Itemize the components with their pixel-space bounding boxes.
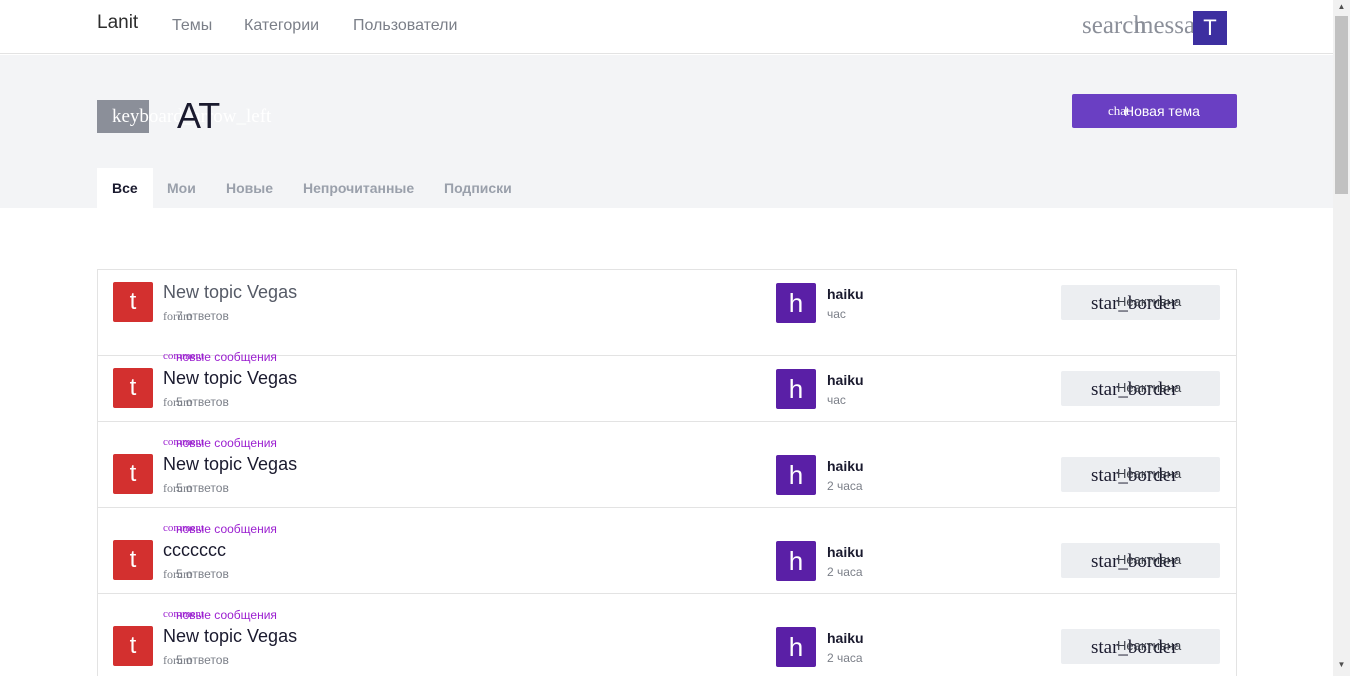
subscribe-button[interactable]: star_border Неактивна xyxy=(1061,371,1220,406)
page-title: АТ xyxy=(177,95,221,136)
author-name[interactable]: haiku xyxy=(827,458,864,474)
new-messages-label: новые сообщения xyxy=(176,608,277,622)
topic-title[interactable]: ccccccc xyxy=(163,540,226,561)
topic-title[interactable]: New topic Vegas xyxy=(163,368,297,389)
tab-unread[interactable]: Непрочитанные xyxy=(288,168,429,208)
tab-new[interactable]: Новые xyxy=(211,168,288,208)
category-icon: t xyxy=(113,282,153,322)
last-post-time: 2 часа xyxy=(827,651,863,665)
new-messages-label: новые сообщения xyxy=(176,436,277,450)
author-avatar[interactable]: h xyxy=(776,627,816,667)
author-name[interactable]: haiku xyxy=(827,286,864,302)
subscribe-button[interactable]: star_border Неактивна xyxy=(1061,629,1220,664)
topic-replies: forum 5 ответов xyxy=(163,395,229,409)
category-icon: t xyxy=(113,368,153,408)
user-avatar[interactable]: T xyxy=(1193,11,1227,45)
topic-title[interactable]: New topic Vegas xyxy=(163,454,297,475)
replies-count: 5 ответов xyxy=(176,481,229,495)
topic-row[interactable]: comment новые сообщения t New topic Vega… xyxy=(98,336,1236,422)
subscribe-label: Неактивна xyxy=(1117,638,1182,653)
subscribe-button[interactable]: star_border Неактивна xyxy=(1061,285,1220,320)
topic-title[interactable]: New topic Vegas xyxy=(163,626,297,647)
author-avatar[interactable]: h xyxy=(776,283,816,323)
last-post-time: 2 часа xyxy=(827,565,863,579)
new-messages-label: новые сообщения xyxy=(176,350,277,364)
topic-list: t New topic Vegas forum 7 ответов h haik… xyxy=(97,269,1237,676)
replies-count: 5 ответов xyxy=(176,653,229,667)
subscribe-label: Неактивна xyxy=(1117,380,1182,395)
topic-title[interactable]: New topic Vegas xyxy=(163,282,297,303)
new-messages-indicator[interactable]: comment новые сообщения xyxy=(163,522,277,536)
category-icon: t xyxy=(113,626,153,666)
brand-logo[interactable]: Lanit xyxy=(97,12,138,34)
new-messages-indicator[interactable]: comment новые сообщения xyxy=(163,350,277,364)
topic-row[interactable]: comment новые сообщения t New topic Vega… xyxy=(98,594,1236,676)
scroll-down-arrow-icon[interactable]: ▼ xyxy=(1333,660,1350,674)
author-avatar[interactable]: h xyxy=(776,455,816,495)
topic-replies: forum 5 ответов xyxy=(163,653,229,667)
last-post-time: 2 часа xyxy=(827,479,863,493)
topic-replies: forum 5 ответов xyxy=(163,481,229,495)
subscribe-label: Неактивна xyxy=(1117,466,1182,481)
subscribe-label: Неактивна xyxy=(1117,294,1182,309)
topic-row[interactable]: comment новые сообщения t New topic Vega… xyxy=(98,422,1236,508)
last-post-time: час xyxy=(827,307,846,321)
subscribe-label: Неактивна xyxy=(1117,552,1182,567)
topic-replies: forum 5 ответов xyxy=(163,567,229,581)
topic-replies: forum 7 ответов xyxy=(163,309,229,323)
tab-all[interactable]: Все xyxy=(97,168,153,208)
nav-link-users[interactable]: Пользователи xyxy=(353,17,457,35)
scroll-thumb[interactable] xyxy=(1335,16,1348,194)
top-navbar: Lanit Темы Категории Пользователи search… xyxy=(0,0,1333,54)
category-icon: t xyxy=(113,540,153,580)
new-messages-label: новые сообщения xyxy=(176,522,277,536)
nav-link-topics[interactable]: Темы xyxy=(172,17,212,35)
author-name[interactable]: haiku xyxy=(827,372,864,388)
new-messages-indicator[interactable]: comment новые сообщения xyxy=(163,436,277,450)
last-post-time: час xyxy=(827,393,846,407)
subscribe-button[interactable]: star_border Неактивна xyxy=(1061,543,1220,578)
new-topic-button[interactable]: chat Новая тема xyxy=(1072,94,1237,128)
replies-count: 5 ответов xyxy=(176,567,229,581)
author-name[interactable]: haiku xyxy=(827,630,864,646)
author-avatar[interactable]: h xyxy=(776,541,816,581)
page-scrollbar[interactable]: ▲ ▼ xyxy=(1333,0,1350,676)
new-topic-label: Новая тема xyxy=(1124,103,1200,119)
scroll-up-arrow-icon[interactable]: ▲ xyxy=(1333,2,1350,16)
tab-subscriptions[interactable]: Подписки xyxy=(429,168,527,208)
nav-link-categories[interactable]: Категории xyxy=(244,17,319,35)
replies-count: 5 ответов xyxy=(176,395,229,409)
author-avatar[interactable]: h xyxy=(776,369,816,409)
category-icon: t xyxy=(113,454,153,494)
author-name[interactable]: haiku xyxy=(827,544,864,560)
tab-mine[interactable]: Мои xyxy=(152,168,211,208)
replies-count: 7 ответов xyxy=(176,309,229,323)
subscribe-button[interactable]: star_border Неактивна xyxy=(1061,457,1220,492)
new-messages-indicator[interactable]: comment новые сообщения xyxy=(163,608,277,622)
topic-row[interactable]: comment новые сообщения t ccccccc forum … xyxy=(98,508,1236,594)
